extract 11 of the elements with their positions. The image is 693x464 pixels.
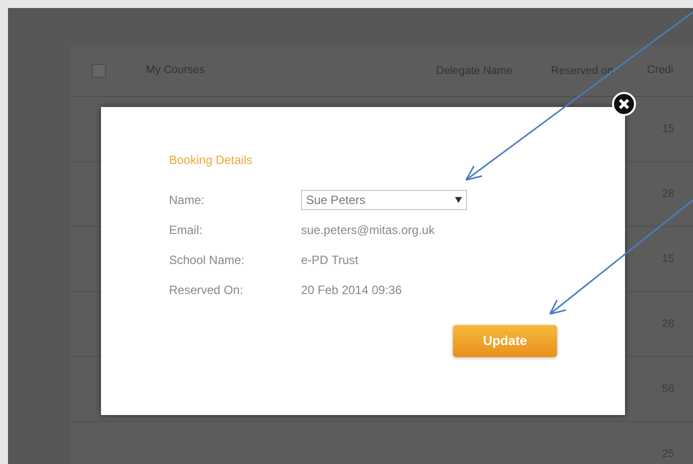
name-select[interactable]: Sue Peters — [301, 190, 467, 210]
update-button[interactable]: Update — [453, 325, 557, 357]
dialog-title: Booking Details — [169, 152, 254, 169]
field-label: School Name: — [169, 252, 246, 269]
field-value: 20 Feb 2014 09:36 — [301, 282, 402, 299]
dropdown-caret-icon — [455, 197, 462, 203]
field-value: e-PD Trust — [301, 252, 358, 269]
field-label: Reserved On: — [169, 282, 244, 299]
field-value: sue.peters@mitas.org.uk — [301, 222, 435, 239]
field-label: Name: — [169, 192, 206, 209]
field-label: Email: — [169, 222, 204, 239]
